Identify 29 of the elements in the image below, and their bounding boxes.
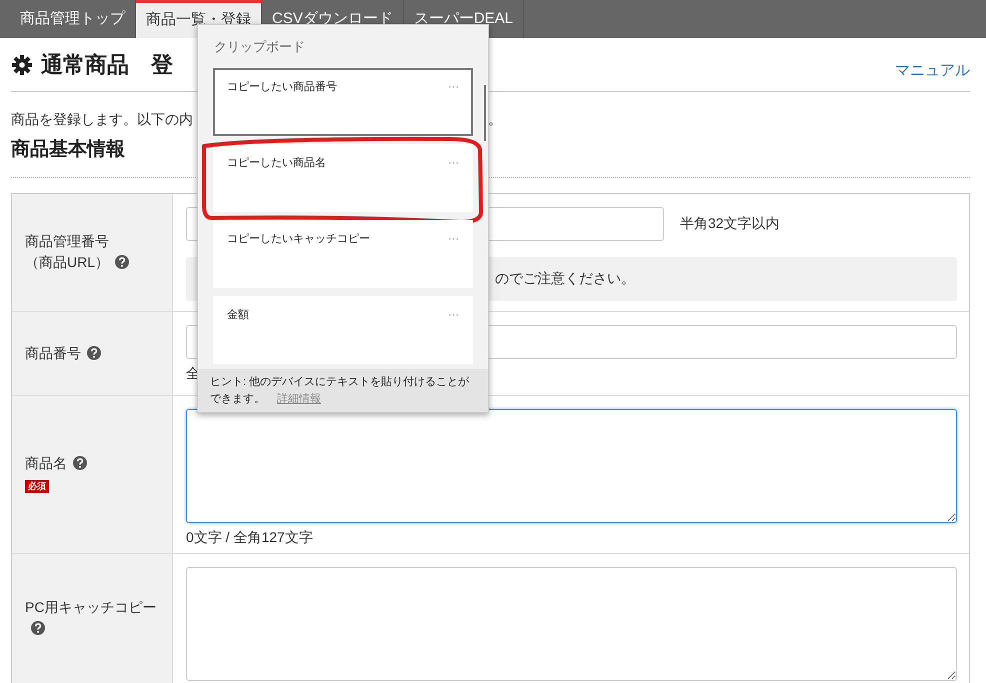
notice-text: のでご注意ください。 bbox=[495, 269, 635, 288]
help-icon[interactable] bbox=[115, 255, 130, 269]
hint-text: ヒント: 他のデバイスにテキストを貼り付けることができます。 詳細情報 bbox=[210, 376, 470, 405]
help-icon[interactable] bbox=[31, 621, 45, 635]
more-icon[interactable]: ··· bbox=[448, 231, 459, 248]
field-hint: 半角32文字以内 bbox=[680, 214, 780, 233]
clipboard-item[interactable]: コピーしたい商品番号 ··· bbox=[213, 68, 473, 136]
more-icon[interactable]: ··· bbox=[448, 307, 459, 324]
clipboard-item[interactable]: コピーしたいキャッチコピー ··· bbox=[213, 220, 473, 288]
field-label: （商品URL） bbox=[25, 254, 110, 270]
clipboard-item[interactable]: コピーしたい商品名 ··· bbox=[213, 144, 473, 212]
manual-link[interactable]: マニュアル bbox=[895, 60, 970, 83]
panel-title: クリップボード bbox=[214, 39, 305, 54]
field-note: 0文字 / 全角127文字 bbox=[186, 528, 313, 544]
field-label: 商品名 bbox=[25, 455, 67, 471]
page-title: 通常商品 登 bbox=[41, 51, 173, 79]
help-icon[interactable] bbox=[87, 346, 101, 360]
field-label: PC用キャッチコピー bbox=[25, 599, 156, 615]
description-text: 商品を登録します。以下の内 bbox=[11, 110, 194, 129]
required-badge: 必須 bbox=[25, 480, 49, 493]
scrollbar[interactable] bbox=[484, 85, 486, 141]
field-label: 商品番号 bbox=[25, 344, 81, 360]
field-label: 商品管理番号 bbox=[25, 233, 109, 249]
clipboard-item[interactable]: 金額 ··· bbox=[213, 296, 473, 364]
gear-icon bbox=[11, 54, 33, 76]
more-icon[interactable]: ··· bbox=[448, 155, 459, 172]
more-icon[interactable]: ··· bbox=[448, 79, 459, 96]
description-text: 。 bbox=[488, 110, 502, 129]
help-icon[interactable] bbox=[73, 456, 87, 470]
